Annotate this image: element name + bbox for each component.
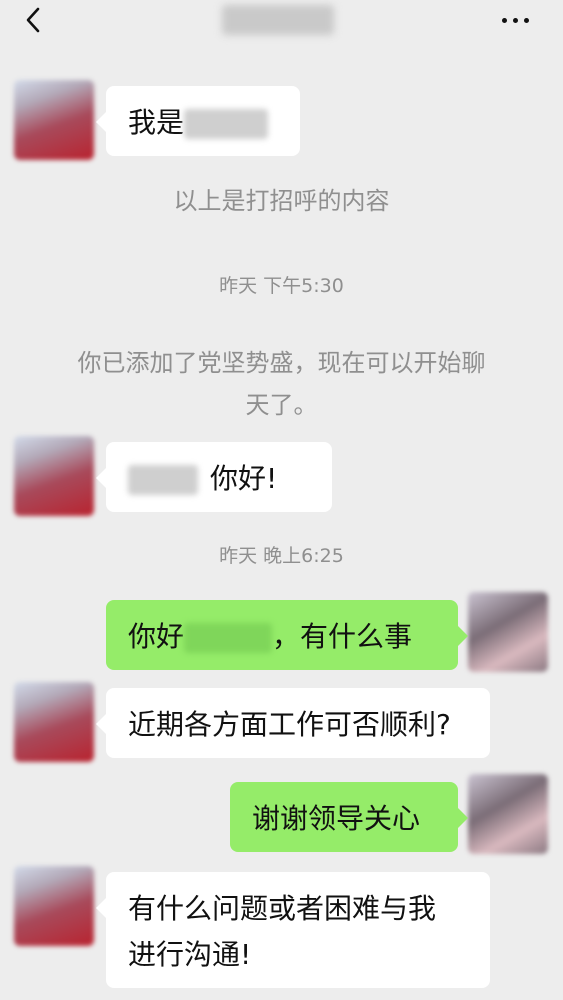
message-bubble-incoming[interactable]: 我是	[96, 86, 300, 156]
message-bubble-incoming[interactable]: 有什么问题或者困难与我 进行沟通!	[96, 872, 490, 988]
message-bubble-incoming[interactable]: 近期各方面工作可否顺利?	[96, 688, 490, 758]
timestamp: 昨天 下午5:30	[219, 275, 344, 297]
greeting-notice: 以上是打招呼的内容	[173, 187, 390, 215]
chevron-left-icon	[26, 7, 40, 33]
contact-name	[222, 5, 334, 35]
back-button[interactable]	[20, 6, 48, 34]
message-bubble-outgoing[interactable]: 你好 ，有什么事	[106, 600, 468, 670]
contact-avatar[interactable]	[14, 80, 94, 160]
my-avatar[interactable]	[468, 592, 548, 672]
redacted-text	[128, 465, 198, 495]
contact-avatar[interactable]	[14, 866, 94, 946]
contact-avatar[interactable]	[14, 682, 94, 762]
my-avatar[interactable]	[468, 774, 548, 854]
message-bubble-incoming[interactable]: 你好!	[96, 442, 332, 512]
message-text: 谢谢领导关心	[252, 802, 421, 835]
contact-avatar[interactable]	[14, 436, 94, 516]
message-text-line: 进行沟通!	[128, 938, 252, 971]
more-dots-icon	[502, 18, 507, 23]
message-text: 你好!	[210, 462, 278, 495]
more-button[interactable]	[496, 10, 536, 30]
message-text: 近期各方面工作可否顺利?	[128, 708, 451, 741]
timestamp: 昨天 晚上6:25	[219, 545, 344, 567]
message-text: 我是	[128, 106, 185, 139]
redacted-name	[184, 623, 273, 653]
friend-added-notice: 你已添加了党坚势盛，现在可以开始聊 天了。	[77, 349, 486, 419]
redacted-name	[184, 109, 269, 139]
message-text: 你好	[128, 620, 185, 653]
message-bubble-outgoing[interactable]: 谢谢领导关心	[230, 782, 468, 852]
top-bar	[0, 0, 563, 40]
message-text-line: 有什么问题或者困难与我	[128, 892, 437, 925]
